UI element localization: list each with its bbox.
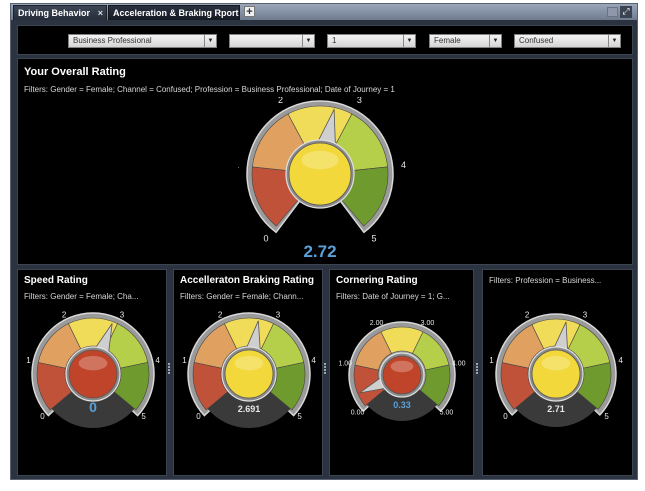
tab-acceleration-braking[interactable]: Acceleration & Braking Rport: [108, 5, 240, 20]
gender-select-value: Female: [434, 36, 461, 45]
profession-select-value: Business Professional: [73, 36, 152, 45]
gauge-tick-label: 5: [141, 412, 146, 421]
speed-rating-gauge: 0 1 2 3 4 5 0: [26, 310, 160, 428]
filter-bar: Business Professional ▼ ▼ 1 ▼ Female ▼ C…: [17, 25, 633, 55]
gauge-tick-label: 5.00: [440, 410, 454, 417]
gauge-tick-label: 1: [26, 356, 31, 365]
speed-rating-panel: Speed Rating Filters: Gender = Female; C…: [17, 269, 167, 476]
gauge-tick-label: 3: [276, 310, 281, 319]
panel-filters: Filters: Gender = Female; Chann...: [180, 292, 304, 301]
gauge-hub-highlight: [541, 356, 571, 371]
resize-handle[interactable]: [476, 363, 479, 377]
gauge-tick-label: 3: [583, 310, 588, 319]
panel-title: Cornering Rating: [336, 275, 418, 286]
chevron-down-icon: ▼: [608, 35, 620, 47]
panel-filters: Filters: Gender = Female; Cha...: [24, 292, 139, 301]
gauge-tick-label: 4: [311, 356, 316, 365]
gauge-hub-highlight: [78, 356, 108, 371]
resize-handle[interactable]: [168, 363, 171, 377]
tab-driving-behavior[interactable]: Driving Behavior ×: [13, 5, 107, 20]
gauge-tick-label: 5: [371, 233, 376, 243]
gauge-value: 0: [89, 399, 97, 415]
gauge-tick-label: 2: [218, 310, 223, 319]
panel-title: Speed Rating: [24, 275, 88, 286]
panel-filters: Filters: Profession = Business...: [489, 276, 602, 285]
date-of-journey-select[interactable]: 1 ▼: [327, 34, 416, 48]
overall-rating-filters: Filters: Gender = Female; Channel = Conf…: [24, 85, 395, 94]
chevron-down-icon: ▼: [302, 35, 314, 47]
gauge-tick-label: 2.00: [370, 320, 384, 327]
gauge-tick-label: 3.00: [421, 320, 435, 327]
gauge-value: 2.71: [547, 404, 565, 414]
chevron-down-icon: ▼: [204, 35, 216, 47]
gauge-value: 2.72: [303, 242, 336, 261]
gauge-value: 2.691: [238, 404, 261, 414]
gauge-hub-highlight: [390, 360, 414, 373]
blank-select[interactable]: ▼: [229, 34, 315, 48]
gauge-tick-label: 0: [40, 412, 45, 421]
gauge-tick-label: 4: [618, 356, 623, 365]
gauge-tick-label: 4: [155, 356, 160, 365]
add-tab-icon[interactable]: +: [244, 6, 255, 18]
close-icon[interactable]: ×: [98, 6, 103, 20]
gauge-value: 0.33: [393, 400, 411, 410]
gauge-tick-label: 0: [263, 233, 268, 243]
cornering-rating-panel: Cornering Rating Filters: Date of Journe…: [329, 269, 474, 476]
overall-rating-title: Your Overall Rating: [24, 66, 126, 78]
chevron-down-icon: ▼: [489, 35, 501, 47]
restore-icon[interactable]: [607, 7, 618, 17]
overall-rating-panel: Your Overall Rating Filters: Gender = Fe…: [17, 58, 633, 265]
tab-bar: Driving Behavior × Acceleration & Brakin…: [11, 4, 637, 20]
panel-title: Accelleraton Braking Rating: [180, 275, 314, 286]
profession-rating-gauge: 0 1 2 3 4 5 2.71: [489, 310, 623, 427]
gauge-hub-highlight: [301, 150, 339, 170]
gauge-tick-label: 2: [62, 310, 67, 319]
gauge-tick-label: 0: [503, 412, 508, 421]
tab-label: Acceleration & Braking Rport: [113, 8, 239, 18]
resize-handle[interactable]: [320, 262, 332, 264]
gauge-tick-label: 2: [525, 310, 530, 319]
acceleration-braking-rating-gauge: 0 1 2 3 4 5 2.691: [182, 310, 316, 428]
gauge-tick-label: 5: [297, 412, 302, 421]
window-controls: ⤢: [607, 5, 633, 19]
gauge-tick-label: 0: [196, 412, 201, 421]
gauge-tick-label: 1: [489, 356, 494, 365]
cornering-rating-gauge: 0.00 1.00 2.00 3.00 4.00 5.00 0.33: [338, 320, 466, 421]
tab-label: Driving Behavior: [18, 8, 91, 18]
panel-filters: Filters: Date of Journey = 1; G...: [336, 292, 450, 301]
overall-rating-gauge: 0 1 2 3 4 5 2.72: [238, 97, 406, 261]
gauge-tick-label: 1: [182, 356, 187, 365]
dashboard-window: Driving Behavior × Acceleration & Brakin…: [10, 3, 638, 480]
gauge-tick-label: 4.00: [452, 360, 466, 367]
gauge-tick-label: 1.00: [338, 360, 352, 367]
gauge-tick-label: 5: [604, 412, 609, 421]
gauge-tick-label: 2: [278, 97, 283, 105]
acceleration-braking-rating-panel: Accelleraton Braking Rating Filters: Gen…: [173, 269, 323, 476]
resize-handle[interactable]: [324, 363, 327, 377]
profession-rating-panel: Filters: Profession = Business... 0 1 2 3 4 5…: [482, 269, 633, 476]
chevron-down-icon: ▼: [403, 35, 415, 47]
gauge-tick-label: 1: [238, 160, 239, 170]
gauge-tick-label: 3: [120, 310, 125, 319]
maximize-icon[interactable]: ⤢: [620, 6, 632, 18]
gauge-tick-label: 3: [357, 97, 362, 105]
profession-select[interactable]: Business Professional ▼: [68, 34, 217, 48]
gauge-tick-label: 4: [401, 160, 406, 170]
gauge-tick-label: 0.00: [351, 410, 365, 417]
gender-select[interactable]: Female ▼: [429, 34, 502, 48]
gauge-hub-highlight: [234, 356, 264, 371]
channel-select-value: Confused: [519, 36, 554, 45]
channel-select[interactable]: Confused ▼: [514, 34, 621, 48]
date-of-journey-select-value: 1: [332, 36, 337, 45]
